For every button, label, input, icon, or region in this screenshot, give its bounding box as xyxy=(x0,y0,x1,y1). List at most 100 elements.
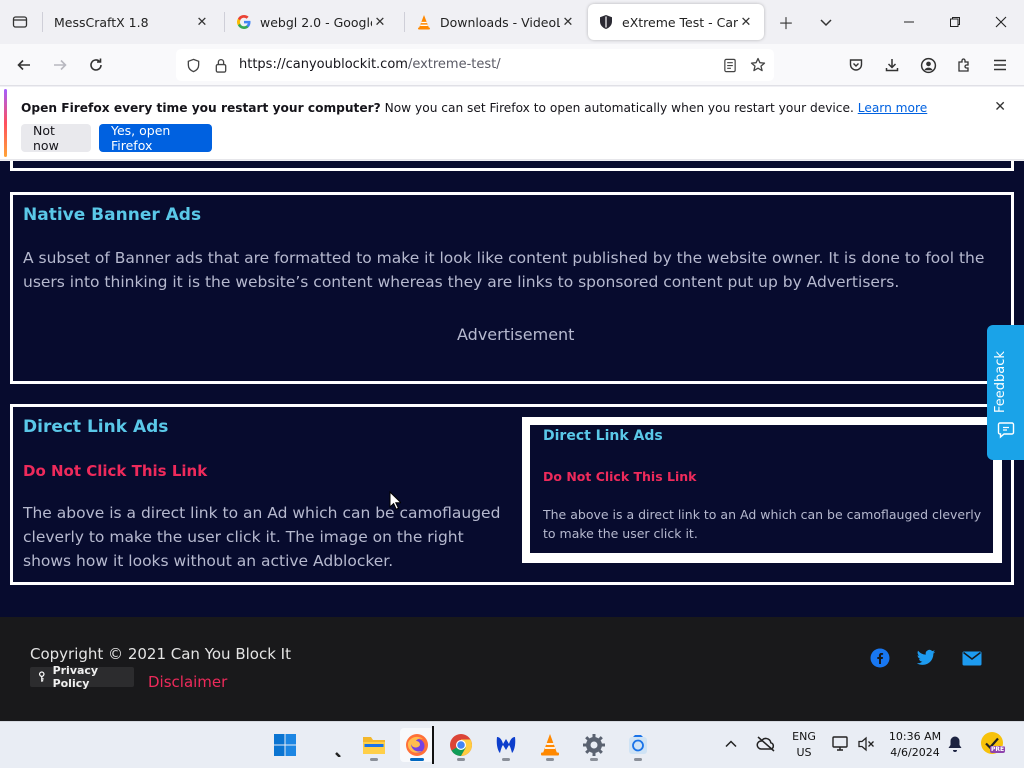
section-heading: Direct Link Ads xyxy=(23,417,169,437)
twitter-icon[interactable] xyxy=(915,647,937,669)
input-language-indicator[interactable]: ENG US xyxy=(789,729,819,761)
notification-message: Open Firefox every time you restart your… xyxy=(21,101,927,115)
windows-start-icon[interactable] xyxy=(268,728,302,762)
do-not-click-link[interactable]: Do Not Click This Link xyxy=(23,462,207,480)
clock-time: 10:36 AM xyxy=(888,730,942,743)
network-icon[interactable] xyxy=(832,736,850,756)
volume-muted-icon[interactable] xyxy=(857,736,875,756)
tab-strip: MessCraftX 1.8 ✕ webgl 2.0 - Google Sea … xyxy=(0,0,1024,44)
close-icon[interactable]: ✕ xyxy=(194,15,210,30)
section-description: A subset of Banner ads that are formatte… xyxy=(23,249,985,291)
close-icon[interactable]: ✕ xyxy=(738,15,754,30)
web-page-content: Native Banner Ads A subset of Banner ads… xyxy=(0,161,1024,721)
url-domain: https://canyoublockit.com xyxy=(239,57,408,72)
new-tab-icon[interactable]: ＋ xyxy=(774,10,798,34)
previous-section-box xyxy=(10,161,1014,171)
region-code: US xyxy=(796,746,812,759)
downloads-icon[interactable] xyxy=(878,52,906,78)
tab-extreme-test[interactable]: eXtreme Test - Can You ✕ xyxy=(588,4,764,40)
tab-title: MessCraftX 1.8 xyxy=(54,14,149,30)
running-indicator xyxy=(546,758,554,761)
app-icon[interactable] xyxy=(621,728,655,762)
url-bar[interactable]: https://canyoublockit.com/extreme-test/ xyxy=(176,49,774,81)
feedback-label: Feedback xyxy=(993,351,1008,413)
yes-open-firefox-button[interactable]: Yes, open Firefox xyxy=(99,123,212,153)
key-icon xyxy=(38,671,45,682)
bookmark-star-icon[interactable] xyxy=(749,56,767,74)
onedrive-offline-icon[interactable] xyxy=(756,736,776,756)
tab-separator xyxy=(404,12,405,32)
navigation-toolbar: https://canyoublockit.com/extreme-test/ xyxy=(0,44,1024,86)
firefox-taskbar-icon[interactable] xyxy=(400,728,434,762)
window-close-icon[interactable] xyxy=(986,8,1016,36)
chrome-icon[interactable] xyxy=(444,728,478,762)
pocket-icon[interactable] xyxy=(842,52,870,78)
clock-date: 4/6/2024 xyxy=(890,746,940,759)
close-icon[interactable]: ✕ xyxy=(372,15,388,30)
notification-question: Open Firefox every time you restart your… xyxy=(21,101,381,115)
mail-icon[interactable] xyxy=(961,647,983,669)
taskbar-item-icon[interactable] xyxy=(314,728,348,762)
minimize-icon[interactable] xyxy=(894,8,924,36)
vlc-cone-icon xyxy=(418,15,430,30)
running-indicator xyxy=(502,758,510,761)
feedback-tab[interactable]: Feedback xyxy=(987,325,1024,460)
section-heading: Native Banner Ads xyxy=(23,205,202,225)
tracking-protection-shield-icon[interactable] xyxy=(184,56,202,74)
extensions-puzzle-icon[interactable] xyxy=(950,52,978,78)
facebook-icon[interactable] xyxy=(869,647,891,669)
notification-accent xyxy=(4,89,7,157)
copyright-text: Copyright © 2021 Can You Block It xyxy=(30,645,291,663)
learn-more-link[interactable]: Learn more xyxy=(858,101,928,115)
not-now-button[interactable]: Not now xyxy=(21,123,91,153)
tab-title: Downloads - VideoLAN xyxy=(440,14,560,30)
close-icon[interactable]: ✕ xyxy=(560,15,576,30)
tab-webgl-search[interactable]: webgl 2.0 - Google Sea ✕ xyxy=(226,4,398,40)
running-indicator xyxy=(370,758,378,761)
shield-icon xyxy=(600,15,612,29)
tab-videolan-downloads[interactable]: Downloads - VideoLAN ✕ xyxy=(406,4,586,40)
tab-messcraftx[interactable]: MessCraftX 1.8 ✕ xyxy=(44,4,220,40)
reader-view-icon[interactable] xyxy=(721,56,739,74)
windows-taskbar: ENG US 10:36 AM 4/6/2024 PRE xyxy=(0,721,1024,768)
url-text[interactable]: https://canyoublockit.com/extreme-test/ xyxy=(239,57,501,72)
close-icon[interactable]: ✕ xyxy=(994,99,1006,115)
norton-pre-icon[interactable]: PRE xyxy=(980,731,1006,757)
running-indicator xyxy=(634,758,642,761)
feedback-chat-icon xyxy=(997,422,1015,439)
privacy-policy-button[interactable]: Privacy Policy xyxy=(30,664,134,690)
privacy-policy-label: Privacy Policy xyxy=(52,664,99,690)
disclaimer-link[interactable]: Disclaimer xyxy=(148,673,227,691)
preview-description: The above is a direct link to an Ad whic… xyxy=(543,507,982,541)
tab-separator xyxy=(42,12,43,32)
running-indicator xyxy=(410,758,424,761)
google-icon xyxy=(237,15,251,29)
forward-arrow-icon[interactable] xyxy=(46,52,74,78)
tab-separator xyxy=(224,12,225,32)
firefox-restart-notification: Open Firefox every time you restart your… xyxy=(0,87,1024,160)
file-explorer-icon[interactable] xyxy=(357,728,391,762)
settings-gear-icon[interactable] xyxy=(577,728,611,762)
preview-heading: Direct Link Ads xyxy=(543,428,663,444)
running-indicator xyxy=(590,758,598,761)
chevron-down-icon[interactable] xyxy=(814,10,838,34)
advertisement-label: Advertisement xyxy=(457,325,575,344)
account-icon[interactable] xyxy=(914,52,942,78)
vlc-icon[interactable] xyxy=(533,728,567,762)
malwarebytes-icon[interactable] xyxy=(489,728,523,762)
notification-text: Now you can set Firefox to open automati… xyxy=(380,101,854,115)
tab-title: webgl 2.0 - Google Sea xyxy=(260,14,372,30)
running-indicator xyxy=(457,758,465,761)
chevron-up-icon[interactable] xyxy=(724,736,738,755)
back-arrow-icon[interactable] xyxy=(10,52,38,78)
notification-bell-icon[interactable] xyxy=(947,735,963,757)
language-code: ENG xyxy=(792,730,816,743)
site-footer: Copyright © 2021 Can You Block It Privac… xyxy=(0,617,1024,721)
hamburger-menu-icon[interactable] xyxy=(986,52,1014,78)
lock-icon[interactable] xyxy=(212,56,230,74)
system-clock[interactable]: 10:36 AM 4/6/2024 xyxy=(882,729,948,761)
text-cursor xyxy=(432,726,434,764)
tab-list-icon[interactable] xyxy=(8,10,32,34)
reload-icon[interactable] xyxy=(82,52,110,78)
restore-icon[interactable] xyxy=(940,8,970,36)
